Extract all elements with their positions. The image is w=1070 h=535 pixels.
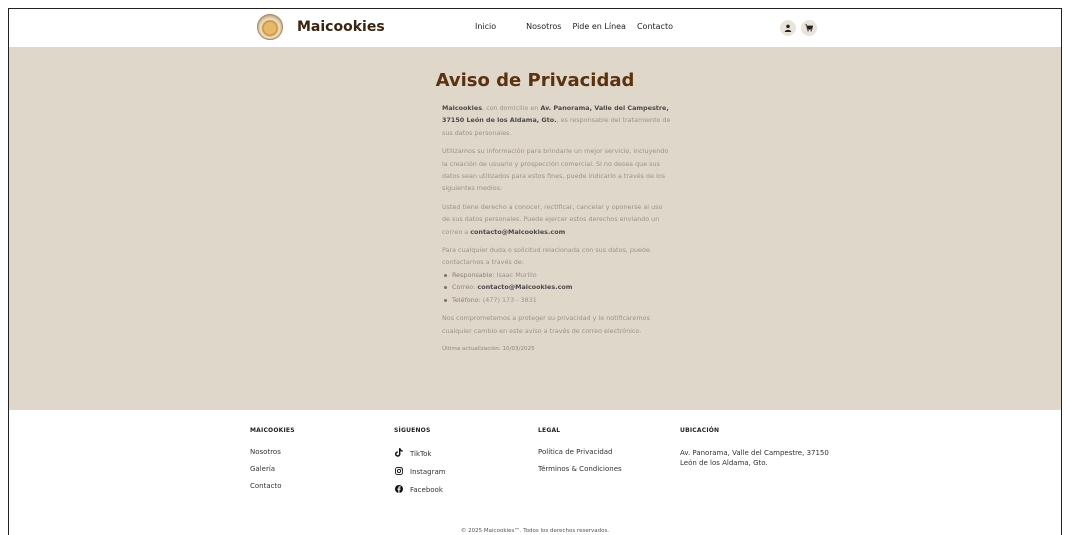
cart-button[interactable] bbox=[801, 20, 817, 36]
site-footer: MAICOOKIES Nosotros Galería Contacto SÍG… bbox=[9, 410, 1061, 535]
instagram-label: Instagram bbox=[410, 468, 446, 476]
footer-heading: SÍGUENOS bbox=[394, 427, 431, 434]
page-title: Aviso de Privacidad bbox=[435, 70, 635, 91]
brand-bold: Maicookies bbox=[442, 104, 483, 112]
footer-link-instagram[interactable]: Instagram bbox=[394, 467, 446, 477]
footer-col-siguenos: SÍGUENOS TikTok Instagram Facebook bbox=[394, 427, 446, 503]
paragraph-derechos: Usted tiene derecho a conocer, rectifica… bbox=[442, 201, 672, 238]
footer-col-legal: LEGAL Política de Privacidad Términos & … bbox=[538, 427, 622, 482]
list-item: Correo: contacto@Maicookies.com bbox=[442, 281, 672, 293]
footer-link-galeria[interactable]: Galería bbox=[250, 465, 295, 473]
mail-link[interactable]: contacto@Maicookies.com bbox=[477, 283, 572, 291]
nav-pide-en-linea[interactable]: Pide en Línea bbox=[572, 22, 626, 31]
tel-label: Teléfono: bbox=[452, 295, 481, 304]
copyright: © 2025 Maicookies™. Todos los derechos r… bbox=[460, 528, 610, 534]
facebook-icon bbox=[394, 485, 404, 495]
footer-col-maicookies: MAICOOKIES Nosotros Galería Contacto bbox=[250, 427, 295, 499]
page-frame: Maicookies Inicio Nosotros Pide en Línea… bbox=[8, 8, 1062, 535]
paragraph-contacto: Para cualquier duda o solicitud relacion… bbox=[442, 246, 650, 267]
footer-heading: UBICACIÓN bbox=[680, 427, 720, 434]
contact-list: Responsable: Isaac Murillo Correo: conta… bbox=[442, 269, 672, 306]
nav-contacto[interactable]: Contacto bbox=[637, 22, 673, 31]
paragraph-responsable: Maicookies, con domicilio en Av. Panoram… bbox=[442, 102, 672, 139]
footer-link-tiktok[interactable]: TikTok bbox=[394, 448, 446, 459]
footer-col-ubicacion: UBICACIÓN Av. Panorama, Valle del Campes… bbox=[680, 427, 830, 468]
main-nav: Inicio Nosotros Pide en Línea Contacto bbox=[475, 22, 673, 31]
footer-link-contacto[interactable]: Contacto bbox=[250, 482, 295, 490]
nav-nosotros[interactable]: Nosotros bbox=[526, 22, 561, 31]
site-header: Maicookies Inicio Nosotros Pide en Línea… bbox=[9, 9, 1061, 47]
footer-link-nosotros[interactable]: Nosotros bbox=[250, 448, 295, 456]
footer-link-terminos[interactable]: Términos & Condiciones bbox=[538, 465, 622, 473]
footer-address: Av. Panorama, Valle del Campestre, 37150… bbox=[680, 449, 829, 467]
privacy-section: Aviso de Privacidad Maicookies, con domi… bbox=[9, 47, 1061, 410]
brand-name: Maicookies bbox=[297, 19, 385, 35]
mail-label: Correo: bbox=[452, 283, 478, 292]
brand[interactable]: Maicookies bbox=[257, 14, 385, 40]
tel-value: (477) 173 - 3831 bbox=[480, 295, 537, 304]
user-button[interactable] bbox=[780, 20, 796, 36]
paragraph-uso: Utilizamos su información para brindarle… bbox=[442, 147, 669, 193]
last-updated: Última actualización: 10/03/2025 bbox=[442, 345, 535, 352]
user-icon bbox=[784, 24, 792, 32]
list-item: Teléfono: (477) 173 - 3831 bbox=[442, 294, 672, 306]
cookie-logo-icon bbox=[257, 14, 283, 40]
resp-label: Responsable: bbox=[452, 270, 495, 279]
facebook-label: Facebook bbox=[410, 486, 443, 494]
list-item: Responsable: Isaac Murillo bbox=[442, 269, 672, 281]
nav-inicio[interactable]: Inicio bbox=[475, 22, 496, 31]
footer-heading: MAICOOKIES bbox=[250, 427, 295, 434]
email-link[interactable]: contacto@Maicookies.com bbox=[470, 228, 565, 236]
footer-heading: LEGAL bbox=[538, 427, 561, 434]
privacy-content: Maicookies, con domicilio en Av. Panoram… bbox=[442, 102, 672, 361]
tiktok-icon bbox=[394, 448, 404, 459]
tiktok-label: TikTok bbox=[410, 449, 432, 458]
instagram-icon bbox=[394, 467, 404, 477]
resp-value: Isaac Murillo bbox=[494, 270, 537, 279]
cart-icon bbox=[805, 24, 813, 32]
p1-text-a: , con domicilio en bbox=[482, 104, 541, 112]
paragraph-compromiso: Nos comprometemos a proteger su privacid… bbox=[442, 314, 650, 335]
footer-link-privacidad[interactable]: Política de Privacidad bbox=[538, 448, 622, 456]
footer-link-facebook[interactable]: Facebook bbox=[394, 485, 446, 495]
